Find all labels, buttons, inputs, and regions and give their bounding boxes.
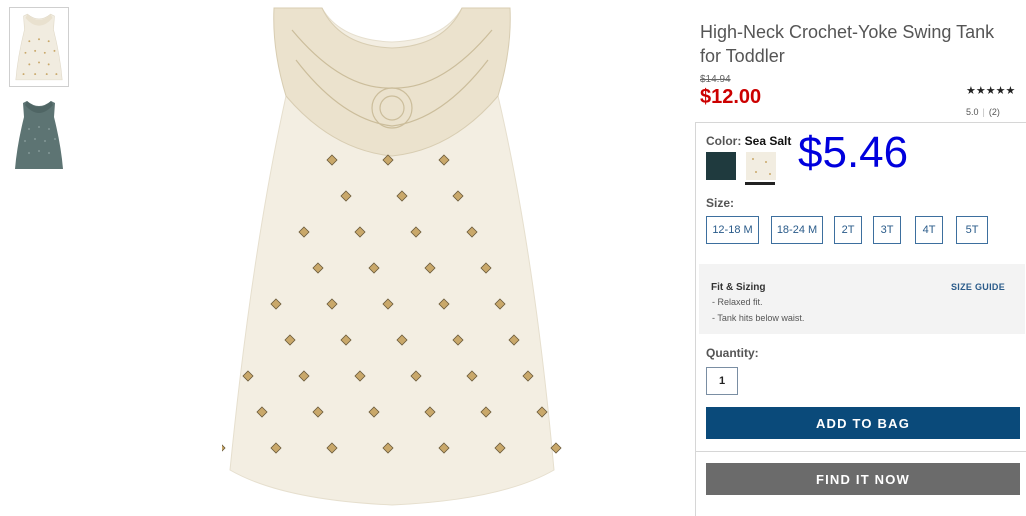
thumbnail-sea-salt[interactable] bbox=[9, 7, 69, 87]
quantity-input[interactable]: 1 bbox=[706, 367, 738, 395]
size-option-12-18m[interactable]: 12-18 M bbox=[706, 216, 759, 244]
color-swatch-sea-salt[interactable] bbox=[746, 152, 776, 180]
review-count-link[interactable]: (2) bbox=[989, 107, 1000, 117]
sale-price: $12.00 bbox=[700, 86, 762, 108]
original-price: $14.94 bbox=[700, 74, 731, 85]
section-divider bbox=[695, 451, 1026, 452]
size-option-18-24m[interactable]: 18-24 M bbox=[771, 216, 823, 244]
color-label: Color: Sea Salt bbox=[706, 134, 791, 148]
rating-stars[interactable]: ★★★★★ bbox=[966, 84, 1015, 97]
rating-value: 5.0 bbox=[966, 107, 979, 117]
quantity-label: Quantity: bbox=[706, 346, 759, 360]
fit-note-relaxed: - Relaxed fit. bbox=[712, 297, 763, 307]
thumbnail-dark-teal[interactable] bbox=[9, 95, 69, 175]
product-title: High-Neck Crochet-Yoke Swing Tank for To… bbox=[700, 22, 995, 66]
size-label: Size: bbox=[706, 196, 735, 210]
size-option-3t[interactable]: 3T bbox=[873, 216, 901, 244]
size-option-5t[interactable]: 5T bbox=[956, 216, 988, 244]
rating-summary: 5.0 | (2) bbox=[966, 107, 1000, 117]
overlay-price-annotation: $5.46 bbox=[798, 128, 909, 177]
rating-separator: | bbox=[982, 107, 985, 117]
find-it-now-button[interactable]: FIND IT NOW bbox=[706, 463, 1020, 495]
add-to-bag-button[interactable]: ADD TO BAG bbox=[706, 407, 1020, 439]
fit-sizing-title: Fit & Sizing bbox=[711, 282, 766, 293]
diamond-print-motif bbox=[222, 444, 226, 452]
tank-top-illustration bbox=[222, 7, 562, 506]
size-option-2t[interactable]: 2T bbox=[834, 216, 862, 244]
thumbnail-dark-teal-image bbox=[15, 101, 63, 169]
thumbnail-sea-salt-image bbox=[15, 13, 63, 81]
fit-note-length: - Tank hits below waist. bbox=[712, 313, 805, 323]
size-option-4t[interactable]: 4T bbox=[915, 216, 943, 244]
selected-color-name: Sea Salt bbox=[744, 134, 792, 148]
color-label-prefix: Color: bbox=[706, 134, 742, 148]
main-product-image bbox=[222, 0, 562, 516]
selected-swatch-indicator bbox=[745, 182, 775, 185]
sea-salt-swatch-pattern bbox=[752, 158, 771, 175]
color-swatch-dark-teal[interactable] bbox=[706, 152, 736, 180]
size-guide-link[interactable]: SIZE GUIDE bbox=[951, 282, 1005, 292]
